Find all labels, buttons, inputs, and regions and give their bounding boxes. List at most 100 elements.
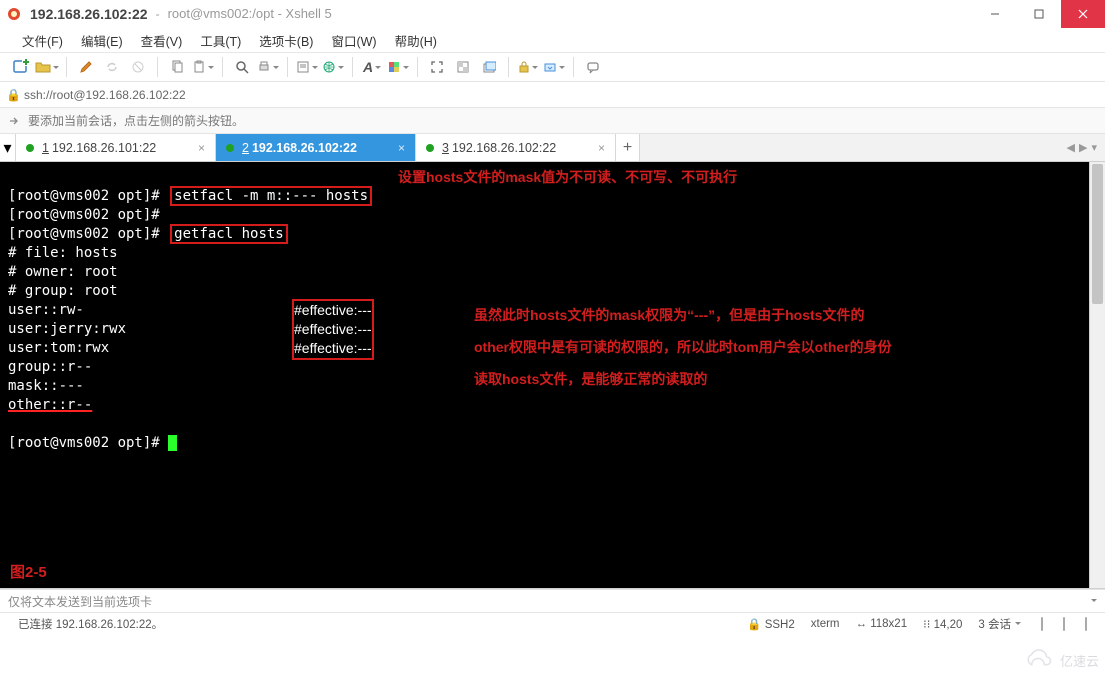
close-button[interactable] bbox=[1061, 0, 1105, 28]
title-path: root@vms002:/opt - Xshell 5 bbox=[168, 6, 332, 21]
app-icon bbox=[6, 6, 22, 22]
send-mode-dropdown[interactable] bbox=[1087, 594, 1097, 608]
session-tab-3[interactable]: 3 192.168.26.102:22 × bbox=[416, 134, 616, 161]
tab-number: 1 bbox=[42, 141, 49, 155]
watermark: 亿速云 bbox=[1022, 643, 1099, 677]
lock-icon: 🔒 bbox=[6, 88, 20, 102]
open-session-button[interactable] bbox=[34, 54, 60, 80]
transparency-button[interactable] bbox=[450, 54, 476, 80]
toolbar: A bbox=[0, 52, 1105, 82]
window-buttons bbox=[973, 0, 1105, 28]
reconnect-button[interactable] bbox=[99, 54, 125, 80]
toolbar-separator bbox=[287, 57, 288, 77]
status-capslock bbox=[1073, 618, 1095, 630]
menu-edit[interactable]: 编辑(E) bbox=[73, 28, 131, 53]
toolbar-separator bbox=[157, 57, 158, 77]
menu-tools[interactable]: 工具(T) bbox=[192, 28, 249, 53]
toolbar-separator bbox=[417, 57, 418, 77]
always-on-top-button[interactable] bbox=[476, 54, 502, 80]
lock-button[interactable] bbox=[515, 54, 541, 80]
terminal-scrollbar[interactable] bbox=[1089, 162, 1105, 588]
menu-bar: 文件(F) 编辑(E) 查看(V) 工具(T) 选项卡(B) 窗口(W) 帮助(… bbox=[0, 28, 1105, 52]
disconnect-button[interactable] bbox=[125, 54, 151, 80]
hint-arrow-icon[interactable] bbox=[6, 113, 22, 129]
title-separator: - bbox=[148, 7, 168, 21]
tab-close-icon[interactable]: × bbox=[390, 141, 405, 155]
toolbar-separator bbox=[352, 57, 353, 77]
cursor-icon bbox=[168, 435, 177, 451]
address-bar: 🔒 ssh://root@192.168.26.102:22 bbox=[0, 82, 1105, 108]
hint-bar: 要添加当前会话，点击左侧的箭头按钮。 bbox=[0, 108, 1105, 134]
status-dot-icon bbox=[226, 144, 234, 152]
font-button[interactable]: A bbox=[359, 54, 385, 80]
menu-window[interactable]: 窗口(W) bbox=[323, 28, 384, 53]
status-capslock bbox=[1029, 618, 1051, 630]
properties-button[interactable] bbox=[294, 54, 320, 80]
toolbar-separator bbox=[66, 57, 67, 77]
tab-label: 192.168.26.102:22 bbox=[252, 141, 357, 155]
annotation-line: 虽然此时hosts文件的mask权限为“---”，但是由于hosts文件的 bbox=[474, 299, 892, 331]
find-button[interactable] bbox=[229, 54, 255, 80]
annotation-block: 虽然此时hosts文件的mask权限为“---”，但是由于hosts文件的 ot… bbox=[474, 299, 892, 395]
toolbar-separator bbox=[508, 57, 509, 77]
watermark-icon bbox=[1022, 649, 1054, 671]
prompt-line: [root@vms002 opt]# getfacl hosts bbox=[8, 226, 288, 242]
effective-line: #effective:--- bbox=[294, 339, 372, 358]
fullscreen-button[interactable] bbox=[424, 54, 450, 80]
watermark-text: 亿速云 bbox=[1060, 651, 1099, 670]
prompt-line: [root@vms002 opt]# bbox=[8, 435, 177, 451]
tab-nav-right[interactable]: ▶ bbox=[1079, 141, 1087, 154]
scrollbar-thumb[interactable] bbox=[1092, 164, 1103, 304]
print-button[interactable] bbox=[255, 54, 281, 80]
minimize-button[interactable] bbox=[973, 0, 1017, 28]
new-session-button[interactable] bbox=[8, 54, 34, 80]
status-connection: 已连接 192.168.26.102:22。 bbox=[10, 616, 171, 632]
toolbar-separator bbox=[573, 57, 574, 77]
toolbar-separator bbox=[222, 57, 223, 77]
tab-close-icon[interactable]: × bbox=[590, 141, 605, 155]
menu-help[interactable]: 帮助(H) bbox=[387, 28, 445, 53]
tab-nav-left[interactable]: ◀ bbox=[1067, 141, 1075, 154]
send-bar-text: 仅将文本发送到当前选项卡 bbox=[8, 593, 152, 610]
terminal-pane[interactable]: [root@vms002 opt]# setfacl -m m::--- hos… bbox=[0, 162, 1105, 589]
output-line-underlined: other::r-- bbox=[8, 397, 92, 413]
title-ip: 192.168.26.102:22 bbox=[30, 6, 148, 22]
output-line: # group: root bbox=[8, 283, 118, 299]
session-manager-button[interactable]: ▾ bbox=[0, 134, 16, 161]
output-line: group::r-- bbox=[8, 359, 92, 375]
menu-file[interactable]: 文件(F) bbox=[14, 28, 71, 53]
help-button[interactable] bbox=[580, 54, 606, 80]
effective-line: #effective:--- bbox=[294, 320, 372, 339]
figure-label: 图2-5 bbox=[10, 561, 47, 582]
maximize-button[interactable] bbox=[1017, 0, 1061, 28]
xftp-button[interactable] bbox=[541, 54, 567, 80]
status-sessions[interactable]: 3 会话 bbox=[970, 616, 1029, 632]
edit-button[interactable] bbox=[73, 54, 99, 80]
encoding-button[interactable] bbox=[320, 54, 346, 80]
copy-button[interactable] bbox=[164, 54, 190, 80]
menu-tabs[interactable]: 选项卡(B) bbox=[251, 28, 321, 53]
colorscheme-button[interactable] bbox=[385, 54, 411, 80]
session-tab-2[interactable]: 2 192.168.26.102:22 × bbox=[216, 134, 416, 161]
annotation-1: 设置hosts文件的mask值为不可读、不可写、不可执行 bbox=[398, 167, 737, 187]
menu-view[interactable]: 查看(V) bbox=[133, 28, 191, 53]
send-bar[interactable]: 仅将文本发送到当前选项卡 bbox=[0, 589, 1105, 613]
hint-text: 要添加当前会话，点击左侧的箭头按钮。 bbox=[28, 112, 244, 129]
output-line: # file: hosts bbox=[8, 245, 118, 261]
add-tab-button[interactable]: + bbox=[616, 134, 640, 161]
tab-label: 192.168.26.102:22 bbox=[452, 141, 556, 155]
paste-button[interactable] bbox=[190, 54, 216, 80]
effective-line: #effective:--- bbox=[294, 301, 372, 320]
status-ssh: 🔒 SSH2 bbox=[739, 617, 803, 631]
tab-close-icon[interactable]: × bbox=[190, 141, 205, 155]
address-url[interactable]: ssh://root@192.168.26.102:22 bbox=[24, 88, 1099, 102]
status-dot-icon bbox=[26, 144, 34, 152]
output-line: user:jerry:rwx bbox=[8, 321, 126, 337]
effective-permissions-box: #effective:--- #effective:--- #effective… bbox=[292, 299, 374, 360]
tab-number: 2 bbox=[242, 141, 249, 155]
output-line: # owner: root bbox=[8, 264, 118, 280]
status-dot-icon bbox=[426, 144, 434, 152]
session-tab-1[interactable]: 1 192.168.26.101:22 × bbox=[16, 134, 216, 161]
tab-nav-dropdown[interactable]: ▾ bbox=[1091, 141, 1097, 154]
status-bar: 已连接 192.168.26.102:22。 🔒 SSH2 xterm ↔ 11… bbox=[0, 613, 1105, 635]
